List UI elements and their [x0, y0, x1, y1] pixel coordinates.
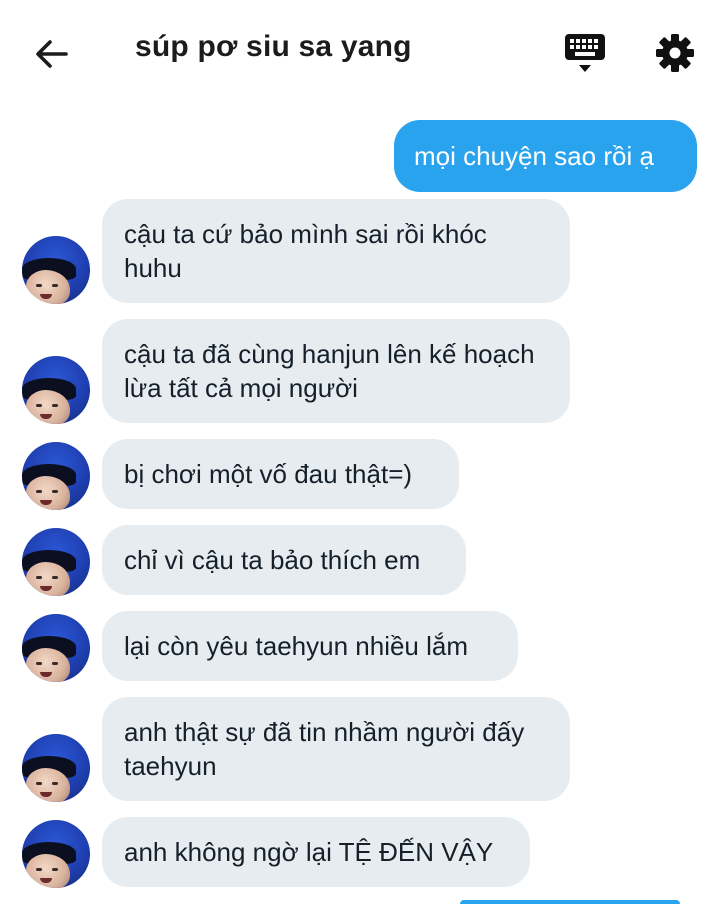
keyboard-icon	[565, 34, 605, 72]
conversation-title: súp pơ siu sa yang	[135, 30, 412, 63]
avatar[interactable]	[22, 820, 90, 888]
back-button[interactable]	[30, 32, 74, 76]
incoming-message[interactable]: anh không ngờ lại TỆ ĐẾN VẬY	[102, 817, 530, 887]
next-outgoing-message-edge	[460, 900, 680, 904]
incoming-message[interactable]: lại còn yêu taehyun nhiều lắm	[102, 611, 518, 681]
avatar[interactable]	[22, 442, 90, 510]
avatar[interactable]	[22, 528, 90, 596]
incoming-message[interactable]: cậu ta đã cùng hanjun lên kế hoạch lừa t…	[102, 319, 570, 423]
conversation-header: súp pơ siu sa yang	[0, 0, 720, 104]
avatar[interactable]	[22, 356, 90, 424]
incoming-message[interactable]: bị chơi một vố đau thật=)	[102, 439, 459, 509]
avatar[interactable]	[22, 614, 90, 682]
incoming-message[interactable]: cậu ta cứ bảo mình sai rồi khóc huhu	[102, 199, 570, 303]
avatar[interactable]	[22, 734, 90, 802]
outgoing-message[interactable]: mọi chuyện sao rồi ạ	[394, 120, 697, 192]
avatar[interactable]	[22, 236, 90, 304]
keyboard-button[interactable]	[562, 32, 608, 76]
incoming-message[interactable]: chỉ vì cậu ta bảo thích em	[102, 525, 466, 595]
gear-icon	[656, 34, 694, 72]
incoming-message[interactable]: anh thật sự đã tin nhầm người đấy taehyu…	[102, 697, 570, 801]
arrow-left-icon	[36, 40, 68, 68]
settings-button[interactable]	[652, 30, 698, 76]
